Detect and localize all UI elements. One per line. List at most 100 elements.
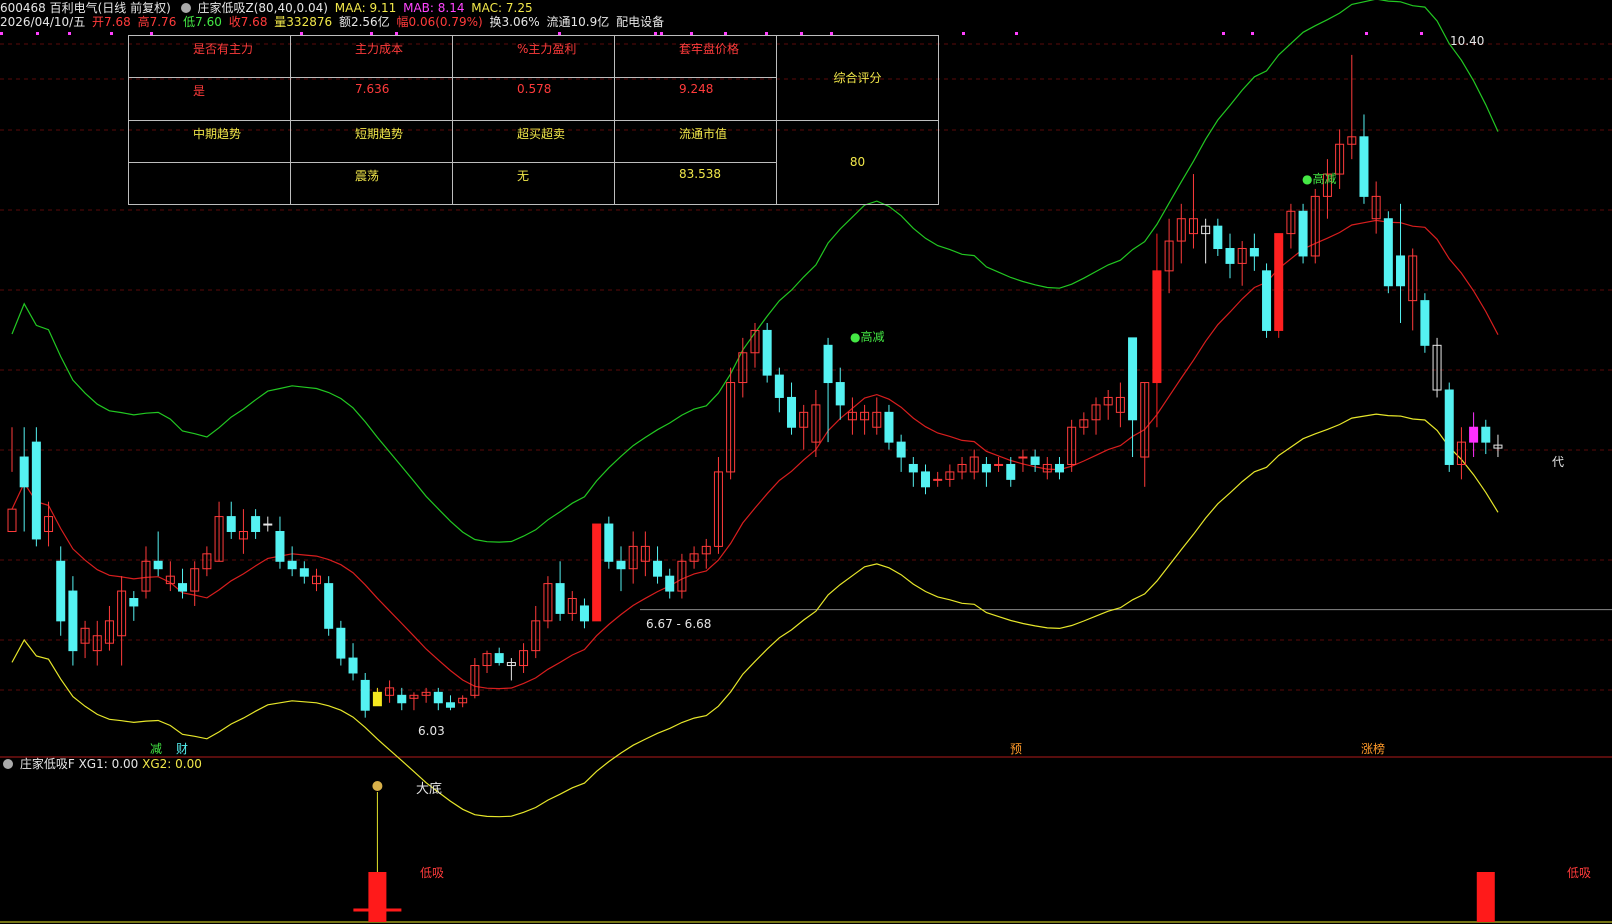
candle-body (299, 568, 309, 577)
quote-sector: 配电设备 (616, 15, 665, 29)
candle-body (1420, 300, 1430, 346)
table-cell: 流通市值 (614, 119, 777, 163)
candle-body (1054, 463, 1064, 473)
candle-body (178, 583, 188, 592)
low-buy-label: 低吸 (1567, 866, 1592, 880)
signal-forecast[interactable]: 预 (1010, 740, 1022, 757)
candle-body (7, 508, 17, 532)
candle-body (1396, 255, 1406, 287)
high-reduce-label: ●高减 (850, 330, 885, 344)
indicator-name[interactable]: 庄家低吸Z(80,40,0.04) (197, 1, 327, 15)
table-cell: 9.248 (614, 77, 777, 121)
table-cell: 7.636 (290, 77, 453, 121)
low-buy-bar (368, 872, 387, 922)
candle-body (1274, 233, 1284, 331)
event-marker (36, 32, 39, 35)
signal-finance[interactable]: 财 (176, 740, 188, 757)
settings-icon[interactable] (3, 759, 13, 769)
sub-indicator-name[interactable]: 庄家低吸F (20, 757, 75, 771)
signal-replace[interactable]: 代 (1552, 453, 1564, 470)
candle-body (1225, 248, 1235, 264)
table-cell: 中期趋势 (128, 119, 291, 163)
event-marker (1365, 32, 1368, 35)
candle-body (762, 329, 772, 376)
candle-body (1006, 463, 1016, 480)
candle-body (884, 411, 894, 443)
candle-body (226, 516, 236, 532)
quote-open: 开7.68 (92, 15, 131, 29)
quote-amount: 额2.56亿 (338, 15, 390, 29)
quote-volume: 量332876 (274, 15, 333, 29)
quote-bar: 2026/04/10/五 开7.68 高7.76 低7.60 收7.68 量33… (0, 14, 667, 30)
event-marker (962, 32, 965, 35)
low-price-label: 6.03 (418, 724, 445, 738)
candle-body (774, 374, 784, 398)
candle-body (360, 679, 370, 711)
candle-body (994, 463, 1004, 466)
candle-body (19, 456, 29, 488)
table-cell: 套牢盘价格 (614, 34, 777, 79)
main-force-table: 是否有主力 主力成本 %主力盈利 套牢盘价格 综合评分 是 7.636 0.57… (128, 34, 939, 206)
candle-body (1469, 426, 1479, 443)
table-cell: 83.538 (614, 161, 777, 206)
quote-date: 2026/04/10/五 (0, 15, 86, 29)
low-buy-bar (1476, 872, 1495, 922)
candle-body (653, 560, 663, 577)
candle-body (1152, 270, 1162, 384)
signal-limit-up-list[interactable]: 涨榜 (1361, 740, 1385, 757)
table-cell: %主力盈利 (452, 34, 615, 79)
big-bottom-label: 大底 (416, 782, 443, 797)
candle-body (56, 560, 66, 622)
candle-body (251, 516, 261, 532)
table-cell: 超买超卖 (452, 119, 615, 163)
event-marker (1015, 32, 1018, 35)
quote-high: 高7.76 (137, 15, 177, 29)
candle-body (1359, 136, 1369, 197)
signal-reduce[interactable]: 减 (150, 740, 162, 757)
candle-body (933, 478, 943, 481)
candle-body (153, 560, 163, 570)
candle-body (287, 560, 297, 570)
peak-price-label: 10.40 (1450, 34, 1485, 48)
candle-body (1030, 456, 1040, 465)
range-label: 6.67 - 6.68 (646, 617, 712, 631)
candle-body (263, 523, 273, 526)
candle-body (592, 523, 602, 622)
event-marker (0, 32, 3, 35)
table-cell (128, 161, 291, 206)
candle-body (908, 463, 918, 473)
candle-body (823, 344, 833, 384)
candle-body (555, 583, 565, 614)
event-marker (1251, 32, 1254, 35)
candle-body (275, 530, 285, 562)
event-marker (110, 32, 113, 35)
quote-low: 低7.60 (183, 15, 222, 29)
quote-close: 收7.68 (228, 15, 268, 29)
quote-float: 流通10.9亿 (546, 15, 610, 29)
table-cell: 0.578 (452, 77, 615, 121)
candle-body (579, 605, 589, 622)
maa-value: MAA: 9.11 (334, 1, 397, 15)
mac-value: MAC: 7.25 (471, 1, 533, 15)
table-cell: 是 (128, 77, 291, 121)
score-value: 80 (776, 119, 939, 205)
table-cell: 短期趋势 (290, 119, 453, 163)
candle-body (494, 653, 504, 664)
candle-body (1213, 225, 1223, 250)
candle-body (1249, 248, 1259, 257)
candle-body (616, 560, 626, 570)
candle-body (604, 523, 614, 562)
score-label: 综合评分 (776, 35, 939, 121)
event-marker (1222, 32, 1225, 35)
table-cell: 是否有主力 (128, 34, 291, 79)
event-marker (68, 32, 71, 35)
settings-icon[interactable] (180, 3, 191, 13)
candle-body (921, 471, 930, 488)
stock-code-name: 600468 百利电气(日线 前复权) (0, 1, 171, 15)
candle-body (1481, 426, 1491, 443)
xg2-value: XG2: 0.00 (142, 757, 202, 771)
candle-body (896, 441, 906, 458)
candle-body (397, 694, 407, 704)
candle-body (835, 382, 845, 406)
candle-body (68, 590, 78, 652)
